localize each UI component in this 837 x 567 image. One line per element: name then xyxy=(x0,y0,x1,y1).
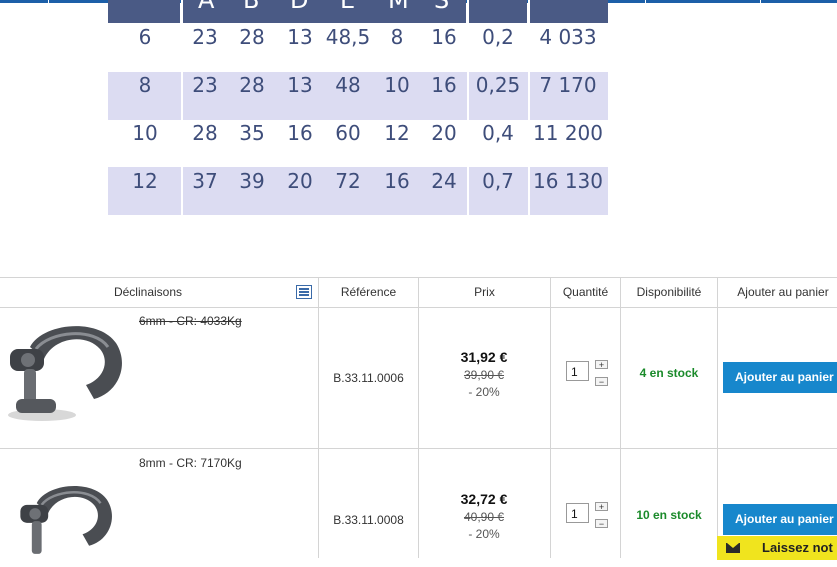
spec-cell: 13 xyxy=(287,25,313,49)
header-reference: Référence xyxy=(340,285,397,299)
spec-cell: 39 xyxy=(239,169,265,193)
spec-cell: 0,4 xyxy=(482,121,514,145)
spec-header-bg xyxy=(469,0,527,23)
spec-cell: 16 130 xyxy=(533,169,603,193)
spec-cell: 6 xyxy=(138,25,152,49)
spec-cell: 35 xyxy=(239,121,265,145)
chat-label: Laissez not xyxy=(762,540,833,555)
spec-header-letter: B xyxy=(243,0,260,14)
stock-status: 4 en stock xyxy=(639,366,699,380)
add-to-cart-button[interactable]: Ajouter au panier xyxy=(723,504,837,535)
quantity-minus-button[interactable]: − xyxy=(595,519,608,529)
spec-cell: 20 xyxy=(287,169,313,193)
header-add-to-cart: Ajouter au panier xyxy=(737,285,829,299)
spec-header-bg xyxy=(530,0,608,23)
spec-cell: 7 170 xyxy=(539,73,597,97)
reference-value: B.33.11.0006 xyxy=(333,371,404,385)
spec-cell: 10 xyxy=(132,121,158,145)
spec-header-letter: S xyxy=(434,0,450,14)
variant-label[interactable]: 8mm - CR: 7170Kg xyxy=(139,456,242,470)
quantity-plus-button[interactable]: + xyxy=(595,360,608,370)
spec-cell: 13 xyxy=(287,73,313,97)
old-price: 39,90 € xyxy=(463,368,505,382)
price-block: 31,92 € 39,90 € - 20% xyxy=(419,349,549,399)
quantity-plus-button[interactable]: + xyxy=(595,502,608,512)
spec-header-letter: M xyxy=(388,0,409,14)
spec-cell: 8 xyxy=(138,73,152,97)
spec-cell: 48 xyxy=(335,73,361,97)
header-variants: Déclinaisons xyxy=(113,285,183,299)
spec-cell: 16 xyxy=(431,25,457,49)
spec-cell: 16 xyxy=(384,169,410,193)
spec-cell: 0,7 xyxy=(482,169,514,193)
spec-cell: 24 xyxy=(431,169,457,193)
old-price: 40,90 € xyxy=(463,510,505,524)
stock-status: 10 en stock xyxy=(636,508,702,522)
spec-cell: 28 xyxy=(239,73,265,97)
spec-cell: 48,5 xyxy=(325,25,371,49)
spec-cell: 0,25 xyxy=(475,73,521,97)
spec-cell: 60 xyxy=(335,121,361,145)
add-to-cart-button[interactable]: Ajouter au panier xyxy=(723,362,837,393)
discount-badge: - 20% xyxy=(468,527,500,541)
spec-cell: 11 200 xyxy=(533,121,603,145)
current-price: 31,92 € xyxy=(460,349,508,365)
spec-cell: 12 xyxy=(132,169,158,193)
spec-header-bg xyxy=(183,0,466,23)
spec-cell: 0,2 xyxy=(482,25,514,49)
header-quantity: Quantité xyxy=(562,285,609,299)
quantity-input[interactable]: 1 xyxy=(566,503,589,523)
envelope-icon xyxy=(726,543,740,553)
spec-cell: 72 xyxy=(335,169,361,193)
spec-cell: 37 xyxy=(192,169,218,193)
spec-cell: 16 xyxy=(431,73,457,97)
live-chat-tab[interactable]: Laissez not xyxy=(717,536,837,560)
quantity-minus-button[interactable]: − xyxy=(595,377,608,387)
spec-cell: 28 xyxy=(192,121,218,145)
spec-header-letter: D xyxy=(290,0,309,14)
variant-label[interactable]: 6mm - CR: 4033Kg xyxy=(139,314,242,328)
header-availability: Disponibilité xyxy=(636,285,702,299)
shackle-product-image xyxy=(8,326,122,421)
spec-cell: 8 xyxy=(390,25,404,49)
header-price: Prix xyxy=(474,285,495,299)
spec-header-bg xyxy=(108,0,180,23)
spec-cell: 20 xyxy=(431,121,457,145)
reference-value: B.33.11.0008 xyxy=(333,513,404,527)
spec-header-letter: E xyxy=(340,0,356,14)
spec-cell: 28 xyxy=(239,25,265,49)
spec-table-image: A B D E M S 6 23 28 13 48,5 8 16 0,2 4 033 8 23 28 1… xyxy=(108,0,608,215)
spec-cell: 12 xyxy=(384,121,410,145)
spec-cell: 16 xyxy=(287,121,313,145)
shackle-product-image xyxy=(20,486,112,554)
spec-cell: 23 xyxy=(192,73,218,97)
spec-cell: 10 xyxy=(384,73,410,97)
price-block: 32,72 € 40,90 € - 20% xyxy=(419,491,549,541)
discount-badge: - 20% xyxy=(468,385,500,399)
spec-header-letter: A xyxy=(198,0,215,14)
quantity-input[interactable]: 1 xyxy=(566,361,589,381)
grid-view-icon[interactable] xyxy=(296,285,312,299)
spec-cell: 23 xyxy=(192,25,218,49)
current-price: 32,72 € xyxy=(460,491,508,507)
spec-cell: 4 033 xyxy=(539,25,597,49)
